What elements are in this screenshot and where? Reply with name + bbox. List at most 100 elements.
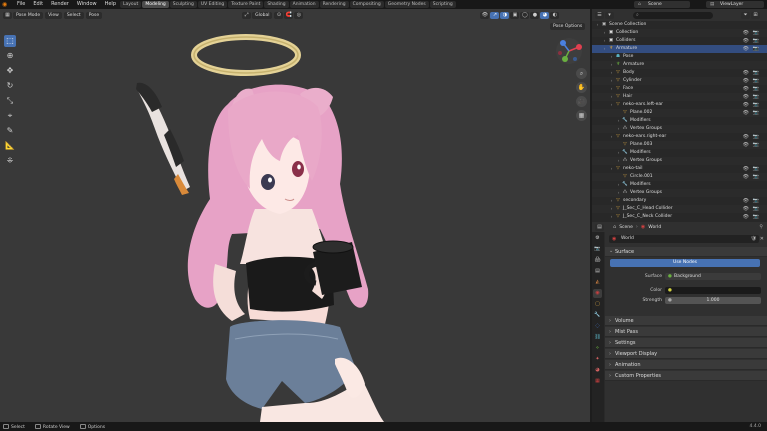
expand-icon[interactable]: › xyxy=(602,37,607,45)
outliner-row[interactable]: › ▽ secondary 👁 📷 xyxy=(592,197,767,205)
eye-icon[interactable]: 👁 xyxy=(743,69,749,77)
solid-shading-icon[interactable]: ● xyxy=(530,11,540,19)
render-camera-icon[interactable]: 📷 xyxy=(753,93,759,101)
expand-icon[interactable]: › xyxy=(609,85,614,93)
output-tab-icon[interactable]: 🖨 xyxy=(593,256,602,265)
outliner-row[interactable]: › 🔧 Modifiers xyxy=(592,181,767,189)
settings-panel-header[interactable]: Settings xyxy=(605,338,767,348)
eye-icon[interactable]: 👁 xyxy=(743,109,749,117)
render-camera-icon[interactable]: 📷 xyxy=(753,29,759,37)
menu-file[interactable]: File xyxy=(13,0,29,9)
expand-icon[interactable]: › xyxy=(616,125,621,133)
eye-icon[interactable]: 👁 xyxy=(743,77,749,85)
transform-orientation-icon[interactable]: ⤢ xyxy=(242,11,252,19)
outliner-row[interactable]: › ☗ Pose xyxy=(592,53,767,61)
fake-user-icon[interactable]: 🛡 xyxy=(751,234,757,244)
snap-icon[interactable]: 🧲 xyxy=(284,11,294,19)
render-camera-icon[interactable]: 📷 xyxy=(753,101,759,109)
outliner-row[interactable]: › ▽ Face 👁 📷 xyxy=(592,85,767,93)
render-camera-icon[interactable]: 📷 xyxy=(753,85,759,93)
eye-icon[interactable]: 👁 xyxy=(743,93,749,101)
editor-type-icon[interactable]: ▦ xyxy=(3,11,12,19)
render-camera-icon[interactable]: 📷 xyxy=(753,69,759,77)
render-camera-icon[interactable]: 📷 xyxy=(753,141,759,149)
navigation-gizmo[interactable] xyxy=(555,37,583,65)
expand-icon[interactable]: › xyxy=(602,45,607,53)
render-camera-icon[interactable]: 📷 xyxy=(753,37,759,45)
pan-icon[interactable]: ✋ xyxy=(576,82,587,93)
tab-shading[interactable]: Shading xyxy=(264,1,289,8)
eye-icon[interactable]: 👁 xyxy=(743,205,749,213)
render-camera-icon[interactable]: 📷 xyxy=(753,213,759,221)
transform-orientation[interactable]: Global xyxy=(252,11,273,19)
object-tab-icon[interactable]: ▢ xyxy=(593,300,602,309)
expand-icon[interactable]: › xyxy=(609,93,614,101)
outliner-row[interactable]: › ⁂ Vertex Groups xyxy=(592,157,767,165)
menu-render[interactable]: Render xyxy=(47,0,73,9)
pose-options[interactable]: Pose Options xyxy=(550,23,586,30)
tab-geometry-nodes[interactable]: Geometry Nodes xyxy=(384,1,429,8)
menu-pose[interactable]: Pose xyxy=(85,11,103,19)
expand-icon[interactable]: › xyxy=(609,101,614,109)
properties-editor-icon[interactable]: ▤ xyxy=(595,223,604,231)
eye-icon[interactable]: 👁 xyxy=(743,29,749,37)
select-box-icon[interactable]: ⬚ xyxy=(4,35,16,47)
expand-icon[interactable]: › xyxy=(616,181,621,189)
strength-field[interactable]: ● 1.000 xyxy=(665,297,761,304)
expand-icon[interactable]: › xyxy=(609,165,614,173)
outliner-row[interactable]: ▽ Plane.002 👁 📷 xyxy=(592,109,767,117)
filter-icon[interactable]: ⏷ xyxy=(741,11,750,19)
render-camera-icon[interactable]: 📷 xyxy=(753,77,759,85)
render-camera-icon[interactable]: 📷 xyxy=(753,133,759,141)
outliner-row[interactable]: › ▽ neko-ears.left-ear 👁 📷 xyxy=(592,101,767,109)
tab-compositing[interactable]: Compositing xyxy=(349,1,384,8)
surface-node-field[interactable]: ● Background xyxy=(665,273,761,280)
viewport-display-panel-header[interactable]: Viewport Display xyxy=(605,349,767,359)
eye-icon[interactable]: 👁 xyxy=(743,45,749,53)
eye-icon[interactable]: 👁 xyxy=(743,101,749,109)
pose-tool-icon[interactable]: ⁜ xyxy=(4,155,16,167)
zoom-icon[interactable]: ⌕ xyxy=(576,68,587,79)
transform-icon[interactable]: ⌖ xyxy=(4,110,16,122)
constraints-tab-icon[interactable]: ⛓ xyxy=(593,333,602,342)
tab-texture-paint[interactable]: Texture Paint xyxy=(228,1,264,8)
view-layer-tab-icon[interactable]: ▤ xyxy=(593,267,602,276)
move-icon[interactable]: ✥ xyxy=(4,65,16,77)
expand-icon[interactable]: › xyxy=(609,133,614,141)
volume-panel-header[interactable]: Volume xyxy=(605,316,767,326)
eye-icon[interactable]: 👁 xyxy=(743,141,749,149)
bone-tab-icon[interactable]: ✦ xyxy=(593,355,602,364)
eye-icon[interactable]: 👁 xyxy=(743,85,749,93)
eye-icon[interactable]: 👁 xyxy=(743,173,749,181)
display-mode-icon[interactable]: ▾ xyxy=(605,11,614,19)
camera-view-icon[interactable]: 🎥 xyxy=(576,96,587,107)
surface-panel-header[interactable]: Surface xyxy=(605,246,767,257)
render-camera-icon[interactable]: 📷 xyxy=(753,173,759,181)
menu-select[interactable]: Select xyxy=(63,11,84,19)
expand-icon[interactable]: › xyxy=(609,197,614,205)
tab-animation[interactable]: Animation xyxy=(289,1,319,8)
eye-icon[interactable]: 👁 xyxy=(743,213,749,221)
scale-icon[interactable]: ⤡ xyxy=(4,95,16,107)
outliner-row[interactable]: › ▣ Collection 👁 📷 xyxy=(592,29,767,37)
tab-uv-editing[interactable]: UV Editing xyxy=(197,1,228,8)
use-nodes-button[interactable]: Use Nodes xyxy=(610,259,760,267)
expand-icon[interactable]: › xyxy=(609,69,614,77)
eye-icon[interactable]: 👁 xyxy=(743,197,749,205)
menu-window[interactable]: Window xyxy=(73,0,101,9)
custom-properties-panel-header[interactable]: Custom Properties xyxy=(605,371,767,381)
outliner-row[interactable]: › ▽ Body 👁 📷 xyxy=(592,69,767,77)
data-tab-icon[interactable]: ⋄ xyxy=(593,344,602,353)
outliner-search-input[interactable]: ⌕ xyxy=(633,11,713,19)
outliner-row[interactable]: › ▽ J_Sec_C_Neck Collider 👁 📷 xyxy=(592,213,767,221)
perspective-icon[interactable]: ▦ xyxy=(576,110,587,121)
render-tab-icon[interactable]: 📷 xyxy=(593,245,602,254)
color-swatch[interactable]: ● xyxy=(665,287,761,294)
material-tab-icon[interactable]: ◕ xyxy=(593,366,602,375)
render-camera-icon[interactable]: 📷 xyxy=(753,165,759,173)
expand-icon[interactable]: › xyxy=(595,21,600,29)
outliner-row[interactable]: › ♆ Armature 👁 📷 xyxy=(592,45,767,53)
expand-icon[interactable]: › xyxy=(609,53,614,61)
3d-viewport[interactable]: ▦ Pose Mode View Select Pose ⤢ Global ⊙ … xyxy=(0,9,590,422)
expand-icon[interactable]: › xyxy=(616,157,621,165)
